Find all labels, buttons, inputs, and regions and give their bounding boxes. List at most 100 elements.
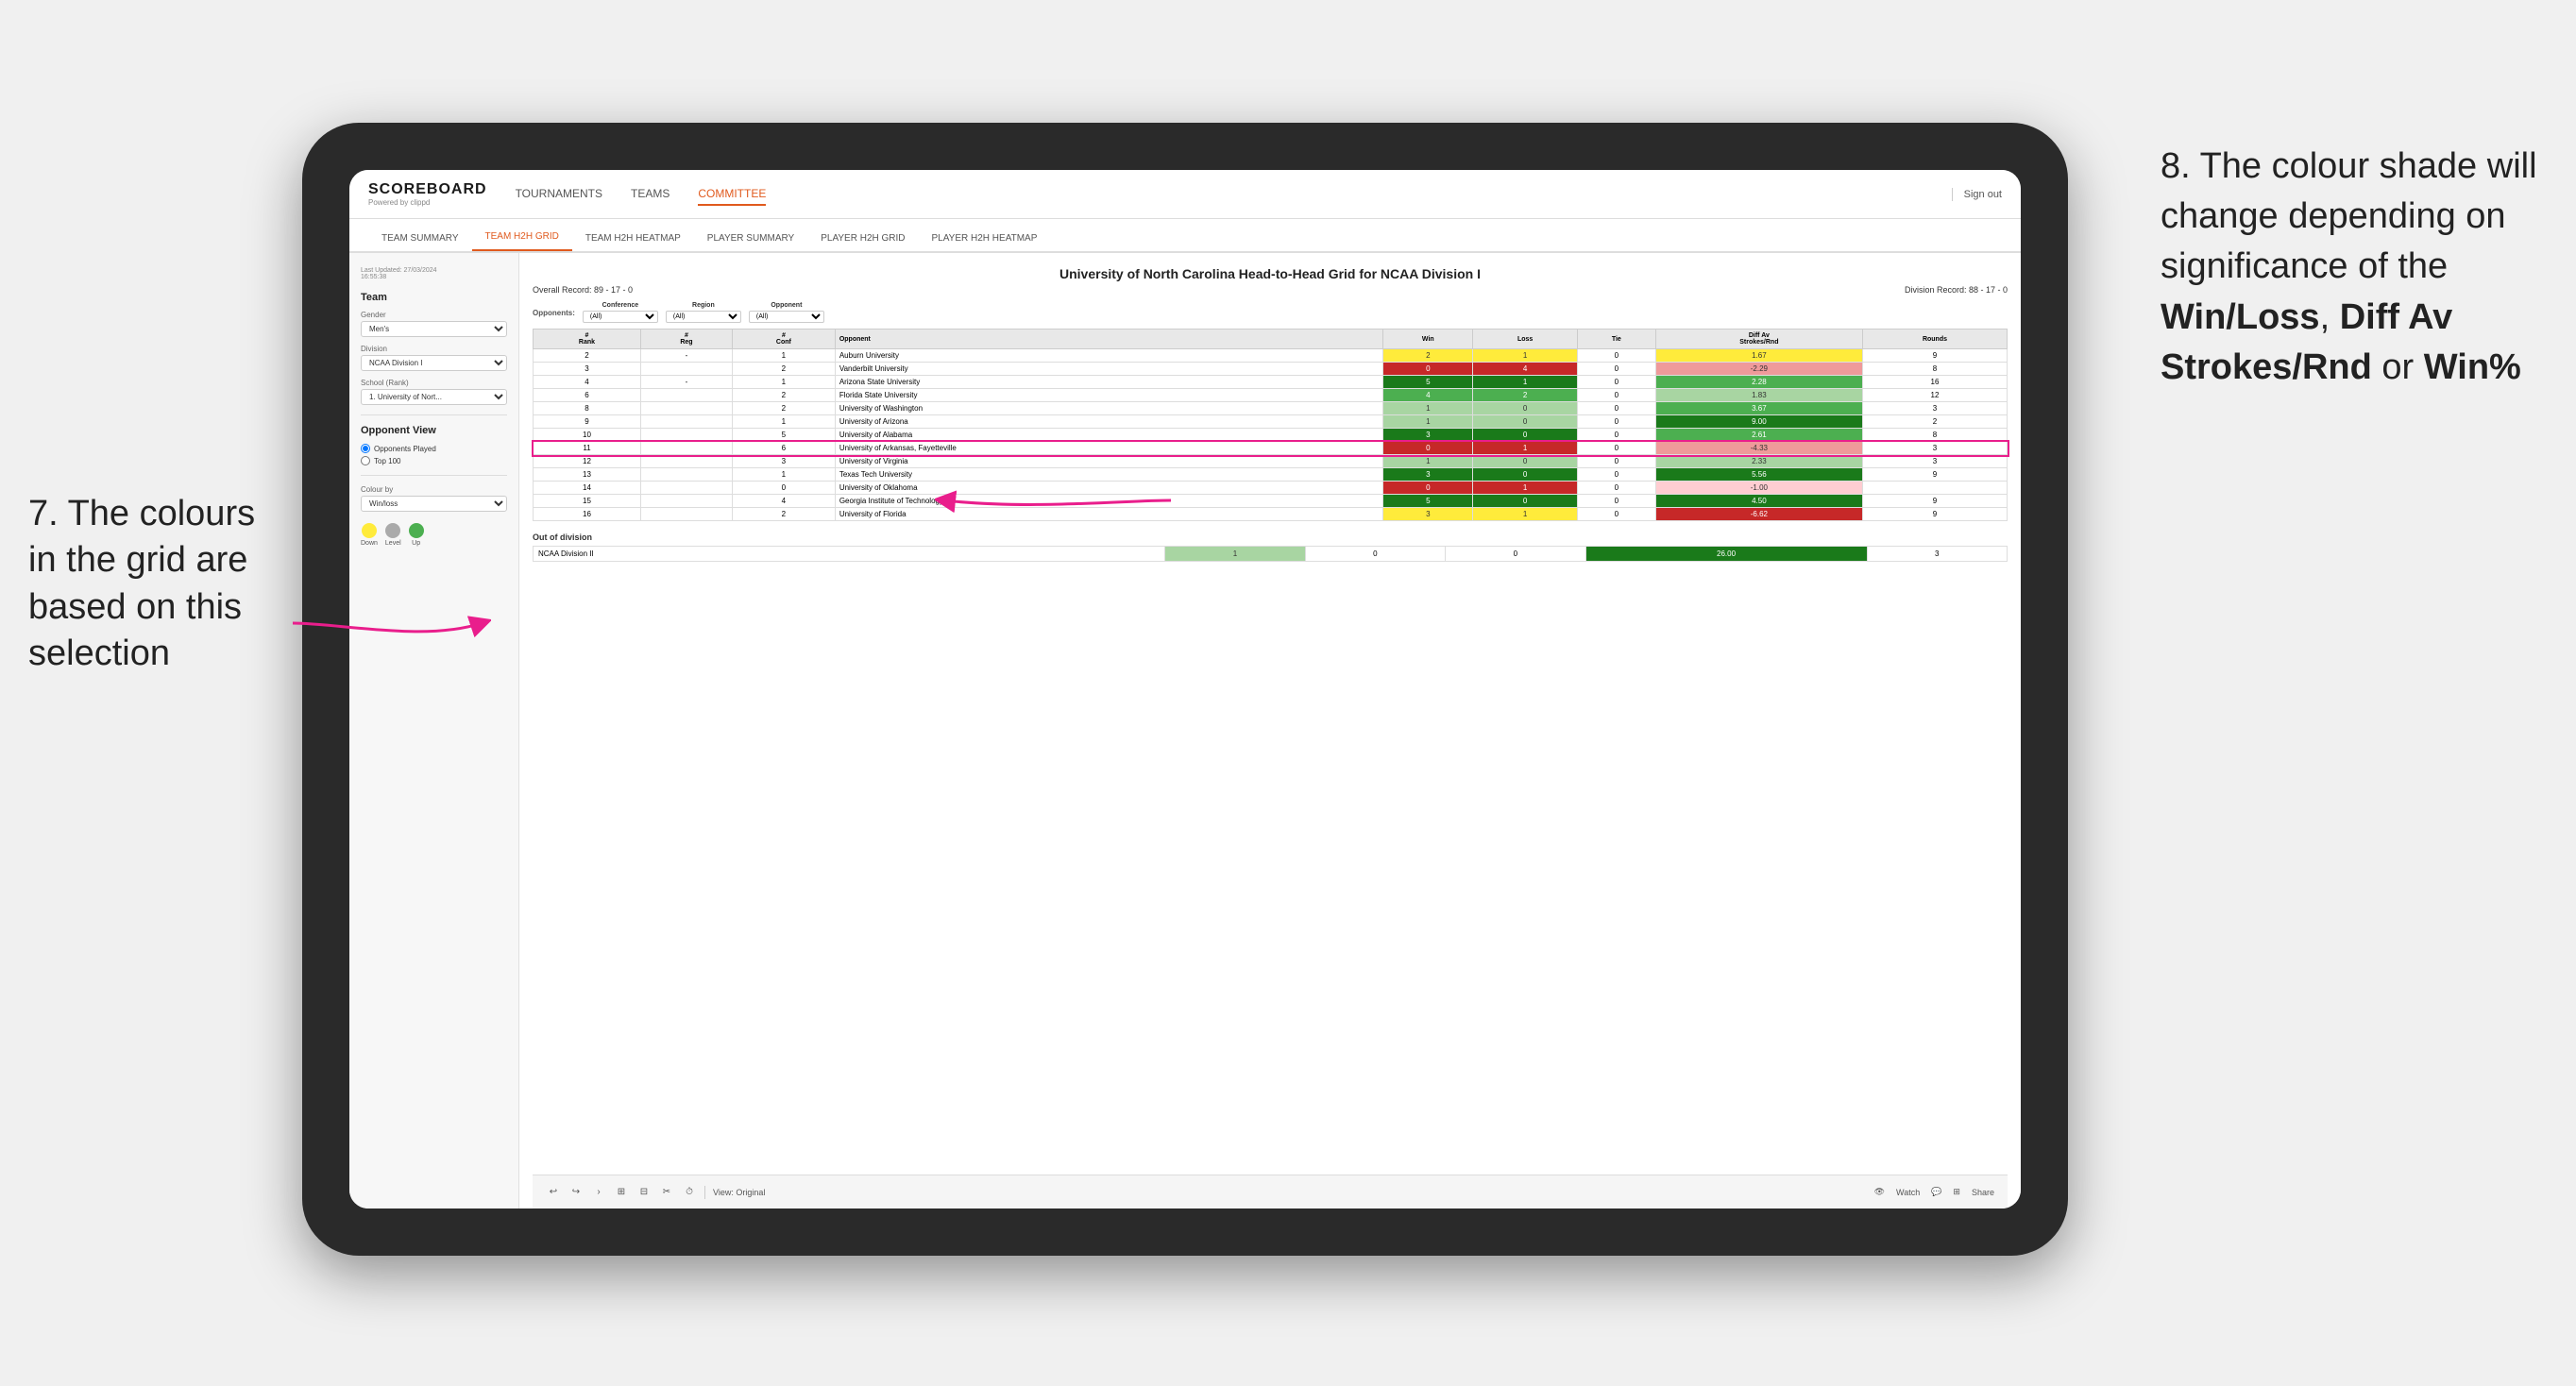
cell-conf: 6	[732, 442, 835, 455]
cell-opponent: University of Arizona	[835, 415, 1382, 429]
copy-icon[interactable]: ⊞	[614, 1185, 629, 1200]
sub-nav: TEAM SUMMARY TEAM H2H GRID TEAM H2H HEAT…	[349, 219, 2021, 253]
cell-win: 0	[1383, 363, 1473, 376]
col-diff: Diff AvStrokes/Rnd	[1655, 330, 1862, 349]
nav-tournaments[interactable]: TOURNAMENTS	[516, 183, 602, 206]
legend-up: Up	[409, 523, 424, 547]
region-filter-label: Region	[666, 302, 741, 309]
cell-tie: 0	[1577, 442, 1655, 455]
out-diff: 26.00	[1585, 547, 1867, 562]
table-row: 16 2 University of Florida 3 1 0 -6.62 9	[534, 508, 2008, 521]
division-label: Division	[361, 345, 507, 353]
cell-win: 5	[1383, 495, 1473, 508]
paste-icon[interactable]: ⊟	[636, 1185, 652, 1200]
region-filter-select[interactable]: (All)	[666, 311, 741, 323]
cell-rank: 2	[534, 349, 641, 363]
out-tie: 0	[1446, 547, 1585, 562]
cell-diff: 2.61	[1655, 429, 1862, 442]
cell-reg	[640, 455, 732, 468]
cell-conf: 1	[732, 415, 835, 429]
opponent-filter-label: Opponent	[749, 302, 824, 309]
cell-tie: 0	[1577, 415, 1655, 429]
main-content: Last Updated: 27/03/2024 16:55:38 Team G…	[349, 253, 2021, 1209]
cell-rank: 16	[534, 508, 641, 521]
cell-conf: 1	[732, 468, 835, 482]
cell-tie: 0	[1577, 376, 1655, 389]
cell-diff: -4.33	[1655, 442, 1862, 455]
colour-by-select[interactable]: Win/loss	[361, 496, 507, 512]
cell-rank: 11	[534, 442, 641, 455]
cell-win: 4	[1383, 389, 1473, 402]
opponent-filter-select[interactable]: (All)	[749, 311, 824, 323]
cell-tie: 0	[1577, 429, 1655, 442]
colour-legend: Down Level Up	[361, 523, 507, 547]
tab-player-summary[interactable]: PLAYER SUMMARY	[694, 226, 807, 251]
cell-diff: 1.67	[1655, 349, 1862, 363]
forward-icon[interactable]: ›	[591, 1185, 606, 1200]
radio-opponents-played[interactable]: Opponents Played	[361, 444, 507, 453]
nav-teams[interactable]: TEAMS	[631, 183, 669, 206]
tab-team-h2h-grid[interactable]: TEAM H2H GRID	[472, 224, 572, 251]
table-body: 2 - 1 Auburn University 2 1 0 1.67 9 3 2…	[534, 349, 2008, 521]
cell-conf: 2	[732, 363, 835, 376]
cell-rank: 8	[534, 402, 641, 415]
cell-opponent: Auburn University	[835, 349, 1382, 363]
cell-win: 0	[1383, 442, 1473, 455]
clock-icon[interactable]: ⏱	[682, 1185, 697, 1200]
view-label[interactable]: View: Original	[713, 1188, 765, 1197]
sidebar-divider2	[361, 475, 507, 476]
table-row: 3 2 Vanderbilt University 0 4 0 -2.29 8	[534, 363, 2008, 376]
cell-rounds: 9	[1862, 468, 2007, 482]
comment-icon[interactable]: 💬	[1931, 1187, 1941, 1197]
redo-icon[interactable]: ↪	[568, 1185, 584, 1200]
school-select[interactable]: 1. University of Nort...	[361, 389, 507, 405]
tab-team-summary[interactable]: TEAM SUMMARY	[368, 226, 472, 251]
bottom-toolbar: ↩ ↪ › ⊞ ⊟ ✂ ⏱ View: Original 👁 Watch 💬 ⊞…	[533, 1175, 2008, 1209]
cell-tie: 0	[1577, 468, 1655, 482]
out-loss: 0	[1305, 547, 1445, 562]
cut-icon[interactable]: ✂	[659, 1185, 674, 1200]
conference-filter-select[interactable]: (All)	[583, 311, 658, 323]
out-of-division-row: NCAA Division II 1 0 0 26.00 3	[534, 547, 2008, 562]
radio-top100-input[interactable]	[361, 456, 370, 465]
out-of-division-label: Out of division	[533, 532, 2008, 542]
col-reg: #Reg	[640, 330, 732, 349]
filter-row: Opponents: Conference (All) Region (All)	[533, 302, 2008, 323]
radio-opponents-played-input[interactable]	[361, 444, 370, 453]
nav-committee[interactable]: COMMITTEE	[698, 183, 766, 206]
cell-win: 1	[1383, 402, 1473, 415]
col-loss: Loss	[1473, 330, 1578, 349]
cell-win: 1	[1383, 415, 1473, 429]
tab-player-h2h-grid[interactable]: PLAYER H2H GRID	[807, 226, 918, 251]
cell-tie: 0	[1577, 455, 1655, 468]
tab-team-h2h-heatmap[interactable]: TEAM H2H HEATMAP	[572, 226, 694, 251]
cell-opponent: Florida State University	[835, 389, 1382, 402]
gender-select[interactable]: Men's	[361, 321, 507, 337]
cell-tie: 0	[1577, 349, 1655, 363]
undo-icon[interactable]: ↩	[546, 1185, 561, 1200]
arrow-left-svg	[283, 585, 491, 661]
cell-conf: 2	[732, 389, 835, 402]
cell-rank: 13	[534, 468, 641, 482]
cell-conf: 2	[732, 508, 835, 521]
radio-top100[interactable]: Top 100	[361, 456, 507, 465]
division-select[interactable]: NCAA Division I	[361, 355, 507, 371]
cell-conf: 3	[732, 455, 835, 468]
cell-reg	[640, 402, 732, 415]
opponent-view-label: Opponent View	[361, 425, 507, 436]
share-label[interactable]: Share	[1972, 1188, 1994, 1197]
opponent-filter: Opponent (All)	[749, 302, 824, 323]
grid-icon[interactable]: ⊞	[1953, 1187, 1960, 1197]
cell-tie: 0	[1577, 402, 1655, 415]
cell-rounds: 8	[1862, 429, 2007, 442]
cell-conf: 5	[732, 429, 835, 442]
cell-opponent: University of Washington	[835, 402, 1382, 415]
cell-loss: 0	[1473, 455, 1578, 468]
watch-label[interactable]: Watch	[1896, 1188, 1920, 1197]
table-row: 6 2 Florida State University 4 2 0 1.83 …	[534, 389, 2008, 402]
sign-out-button[interactable]: Sign out	[1964, 189, 2002, 200]
tab-player-h2h-heatmap[interactable]: PLAYER H2H HEATMAP	[919, 226, 1051, 251]
cell-reg	[640, 363, 732, 376]
cell-win: 3	[1383, 468, 1473, 482]
cell-rank: 14	[534, 482, 641, 495]
